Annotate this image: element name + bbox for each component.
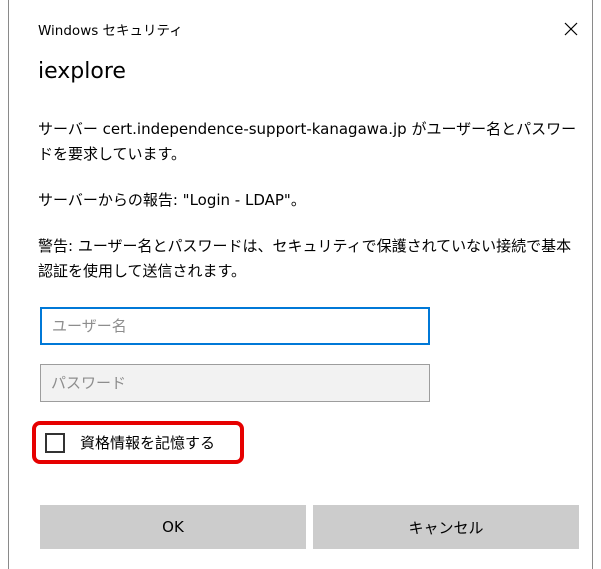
server-report-message: サーバーからの報告: "Login - LDAP"。	[38, 191, 306, 209]
close-icon	[564, 22, 578, 36]
close-button[interactable]	[556, 14, 586, 44]
window-title: Windows セキュリティ	[38, 23, 183, 39]
remember-credentials-option[interactable]: 資格情報を記憶する	[32, 421, 244, 464]
username-input[interactable]	[40, 307, 430, 345]
cancel-button[interactable]: キャンセル	[313, 505, 579, 549]
password-input[interactable]	[40, 364, 430, 402]
server-request-message: サーバー cert.independence-support-kanagawa.…	[38, 120, 577, 163]
security-warning-message: 警告: ユーザー名とパスワードは、セキュリティで保護されていない接続で基本認証を…	[38, 237, 572, 280]
title-bar: Windows セキュリティ	[9, 0, 592, 52]
credential-dialog: Windows セキュリティ iexplore サーバー cert.indepe…	[8, 0, 593, 569]
remember-label: 資格情報を記憶する	[80, 434, 216, 452]
remember-checkbox[interactable]	[45, 432, 65, 453]
app-name: iexplore	[38, 59, 126, 84]
ok-button[interactable]: OK	[40, 505, 306, 549]
